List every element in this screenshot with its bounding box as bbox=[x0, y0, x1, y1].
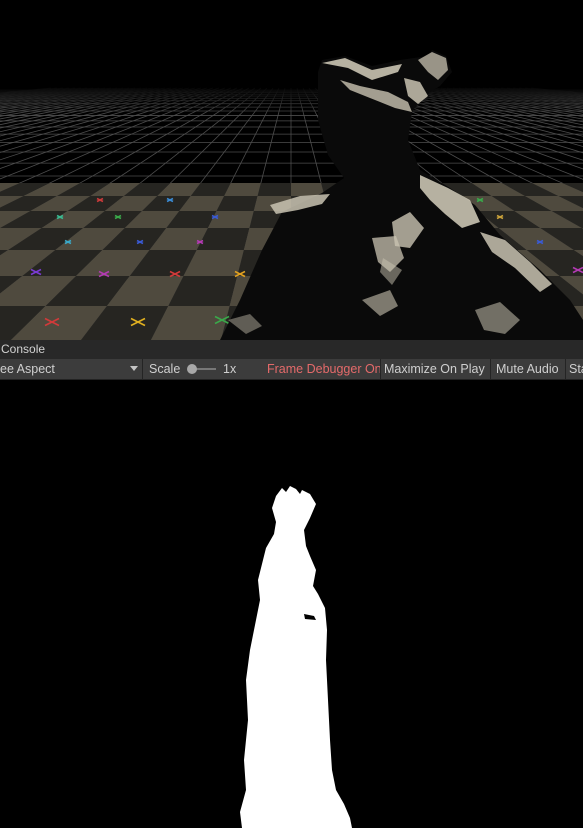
toolbar-divider bbox=[490, 359, 491, 379]
toolbar-divider bbox=[380, 359, 381, 379]
game-view-toolbar: ee Aspect Scale 1x Frame Debugger On Max… bbox=[0, 359, 583, 380]
toolbar-divider bbox=[565, 359, 566, 379]
game-view[interactable] bbox=[0, 380, 583, 828]
scale-label: Scale bbox=[149, 362, 181, 376]
frame-debugger-button[interactable]: Frame Debugger On bbox=[267, 359, 382, 379]
scene-view[interactable] bbox=[0, 0, 583, 340]
mute-audio-button[interactable]: Mute Audio bbox=[496, 359, 559, 379]
maximize-on-play-button[interactable]: Maximize On Play bbox=[384, 359, 485, 379]
floor-tile bbox=[257, 183, 291, 196]
toolbar-divider bbox=[142, 359, 143, 379]
scene-viewport[interactable] bbox=[0, 0, 583, 340]
horizon-fade bbox=[0, 85, 583, 115]
chevron-down-icon[interactable] bbox=[130, 366, 138, 371]
game-render bbox=[240, 486, 352, 828]
stats-button[interactable]: Sta bbox=[569, 359, 583, 379]
console-tab-strip: Console bbox=[0, 340, 583, 360]
scale-value: 1x bbox=[223, 362, 237, 376]
floor-tile bbox=[291, 183, 325, 196]
aspect-dropdown-label[interactable]: ee Aspect bbox=[0, 359, 55, 379]
console-tab[interactable]: Console bbox=[0, 340, 45, 359]
statue-silhouette-mask bbox=[240, 486, 352, 828]
scale-slider-thumb[interactable] bbox=[187, 364, 197, 374]
